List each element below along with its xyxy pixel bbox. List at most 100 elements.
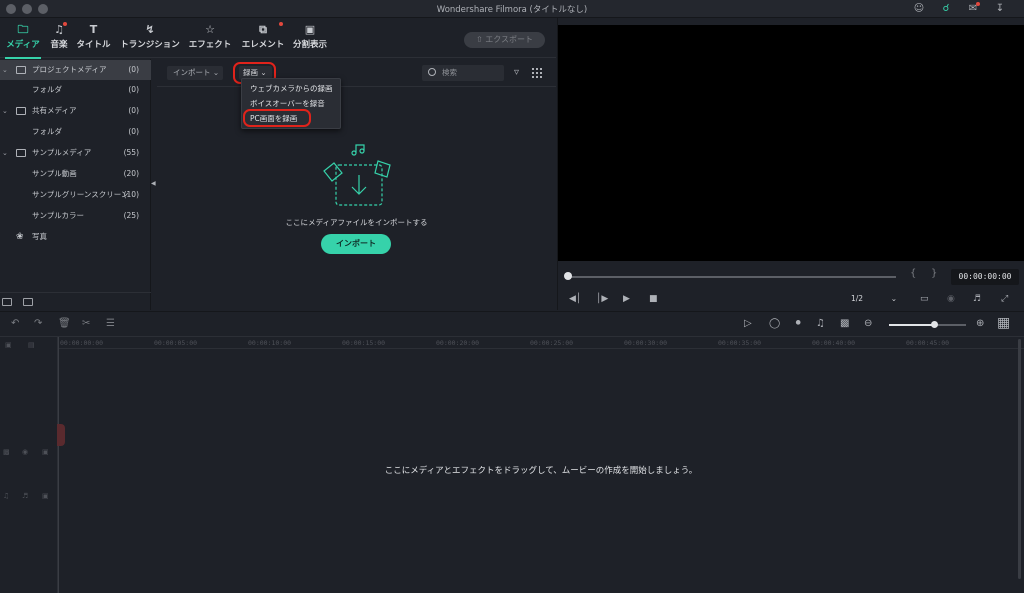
tab-transitions[interactable]: ↯ トランジション <box>119 22 181 56</box>
folder-icon: 🗀 <box>17 23 29 36</box>
volume-icon[interactable]: ♬ <box>973 294 981 304</box>
highlight-ring <box>243 109 311 127</box>
scrubber-handle[interactable] <box>564 272 572 280</box>
link-icon[interactable]: ▤ <box>28 341 35 349</box>
tab-effects[interactable]: ☆ エフェクト <box>187 22 233 56</box>
speaker-icon[interactable]: ♬ <box>22 492 28 500</box>
filter-icon[interactable]: ▿ <box>514 67 519 78</box>
support-headset-icon[interactable]: ☌ <box>939 2 953 16</box>
tree-item-count: (0) <box>128 106 139 115</box>
music-note-icon: ♫ <box>48 22 70 38</box>
redo-icon[interactable]: ↷ <box>34 318 42 329</box>
tree-item-count: (10) <box>123 190 139 199</box>
snapshot-camera-icon[interactable]: ◉ <box>947 294 955 304</box>
effects-star-icon: ☆ <box>205 23 215 36</box>
tree-item-shared-media[interactable]: ⌄ 共有メディア (0) <box>0 101 151 121</box>
tab-music[interactable]: ♫ 音楽 <box>48 22 70 56</box>
tab-music-label: 音楽 <box>50 40 68 50</box>
lock-icon[interactable]: ▣ <box>42 492 49 500</box>
ruler-tick-label: 00:00:40:00 <box>812 339 856 347</box>
mail-icon[interactable]: ✉ <box>966 2 980 16</box>
search-input[interactable]: 検索 <box>422 65 504 81</box>
tree-item-label: サンプルカラー <box>32 211 85 220</box>
tab-split-screen-label: 分割表示 <box>292 40 327 50</box>
tree-item-sample-video[interactable]: サンプル動画 (20) <box>0 164 151 184</box>
lock-icon[interactable]: ▣ <box>42 448 49 456</box>
playback-quality-dropdown[interactable]: 1/2 ⌄ <box>845 292 901 306</box>
folder-icon <box>16 107 26 115</box>
import-dropdown[interactable]: インポート ⌄ <box>167 66 223 80</box>
play-icon[interactable]: ▶ <box>623 294 630 304</box>
marker-shield-icon[interactable]: ◯ <box>769 318 780 329</box>
tree-item-sample-media[interactable]: ⌄ サンプルメディア (55) <box>0 143 151 163</box>
menu-item-webcam-record[interactable]: ウェブカメラからの録画 <box>250 82 333 96</box>
zoom-in-icon[interactable]: ⊕ <box>976 318 984 329</box>
export-button-label: エクスポート <box>485 35 533 44</box>
new-folder-icon[interactable] <box>2 298 12 306</box>
display-icon[interactable]: ▭ <box>920 294 929 304</box>
text-t-icon: T <box>89 23 98 36</box>
tree-item-sample-color[interactable]: サンプルカラー (25) <box>0 206 151 226</box>
ruler-tick-label: 00:00:00:00 <box>60 339 104 347</box>
step-back-icon[interactable]: ◀│ <box>569 294 581 304</box>
timeline-area[interactable]: ▣ ▤ ▩ ◉ ▣ ♫ ♬ ▣ 00:00:00:00 00:00:05:00 … <box>0 337 1024 593</box>
tab-media[interactable]: 🗀 メディア <box>5 22 41 59</box>
timeline-layout-icon[interactable]: ▦ <box>997 315 1010 331</box>
zoom-out-icon[interactable]: ⊖ <box>864 318 872 329</box>
media-action-bar: インポート ⌄ 録画 ⌄ 検索 ▿ <box>157 59 556 87</box>
mark-in-icon[interactable]: { <box>910 268 916 279</box>
delete-trash-icon[interactable]: 🗑 <box>58 318 71 329</box>
adjust-sliders-icon[interactable]: ☰ <box>106 318 115 329</box>
import-button[interactable]: インポート <box>321 234 391 254</box>
tab-titles-label: タイトル <box>76 40 111 50</box>
timeline-zoom-handle[interactable] <box>931 321 938 328</box>
folder-icon[interactable] <box>23 298 33 306</box>
transition-icon: ↯ <box>145 23 155 36</box>
tree-item-sample-green-screen[interactable]: サンプルグリーンスクリーン (10) <box>0 185 151 205</box>
tree-item-shared-folder[interactable]: フォルダ (0) <box>0 122 151 142</box>
chevron-down-icon: ⌄ <box>890 294 897 303</box>
add-track-icon[interactable]: ▣ <box>5 341 12 349</box>
render-play-icon[interactable]: ▷ <box>744 318 752 329</box>
chevron-down-icon[interactable]: ⌄ <box>2 143 8 163</box>
playhead-handle[interactable] <box>57 424 65 446</box>
tree-item-label: フォルダ <box>32 85 62 94</box>
tree-item-project-folder[interactable]: フォルダ (0) <box>0 80 151 100</box>
audio-mixer-icon[interactable]: ♫ <box>816 318 825 329</box>
download-icon[interactable]: ↧ <box>993 2 1007 16</box>
subtitle-icon[interactable]: ▩ <box>840 318 849 329</box>
tab-titles[interactable]: T タイトル <box>76 22 111 56</box>
preview-scrubber[interactable] <box>568 276 896 278</box>
tab-elements[interactable]: ⧉ エレメント <box>240 22 286 56</box>
chevron-down-icon[interactable]: ⌄ <box>2 60 8 80</box>
stop-icon[interactable]: ■ <box>649 294 658 304</box>
tree-item-photos[interactable]: ❀ 写真 <box>0 227 151 247</box>
tab-split-screen[interactable]: ▣ 分割表示 <box>292 22 328 56</box>
undo-icon[interactable]: ↶ <box>11 318 19 329</box>
mark-out-icon[interactable]: } <box>931 268 937 279</box>
step-forward-icon[interactable]: │▶ <box>596 294 608 304</box>
timeline-ruler[interactable]: 00:00:00:00 00:00:05:00 00:00:10:00 00:0… <box>58 337 1024 349</box>
tree-item-count: (20) <box>123 169 139 178</box>
elements-icon: ⧉ <box>240 22 286 38</box>
export-button[interactable]: ⇧ エクスポート <box>464 32 545 48</box>
search-placeholder: 検索 <box>442 68 457 77</box>
tree-item-count: (0) <box>128 127 139 136</box>
timeline-scrollbar[interactable] <box>1018 339 1021 579</box>
media-drop-hint: ここにメディアファイルをインポートする <box>285 218 428 227</box>
account-icon[interactable]: ☺ <box>912 2 926 16</box>
tree-item-label: 写真 <box>32 232 47 241</box>
microphone-icon[interactable]: ⚫ <box>794 318 802 329</box>
eye-icon[interactable]: ◉ <box>22 448 28 456</box>
tree-item-count: (0) <box>128 85 139 94</box>
video-track-icon: ▩ <box>3 448 10 456</box>
main-toolbar: 🗀 メディア ♫ 音楽 T タイトル ↯ トランジション ☆ エフェクト ⧉ エ… <box>0 18 556 59</box>
split-scissors-icon[interactable]: ✂ <box>82 318 90 329</box>
fullscreen-icon[interactable]: ⤢ <box>1001 294 1008 304</box>
grid-view-icon[interactable] <box>532 68 542 78</box>
chevron-down-icon[interactable]: ⌄ <box>2 101 8 121</box>
tree-item-label: サンプル動画 <box>32 169 77 178</box>
window-title: Wondershare Filmora (タイトルなし) <box>436 5 588 15</box>
timeline-zoom-fill <box>889 324 935 326</box>
tree-item-project-media[interactable]: ⌄ プロジェクトメディア (0) <box>0 60 151 80</box>
